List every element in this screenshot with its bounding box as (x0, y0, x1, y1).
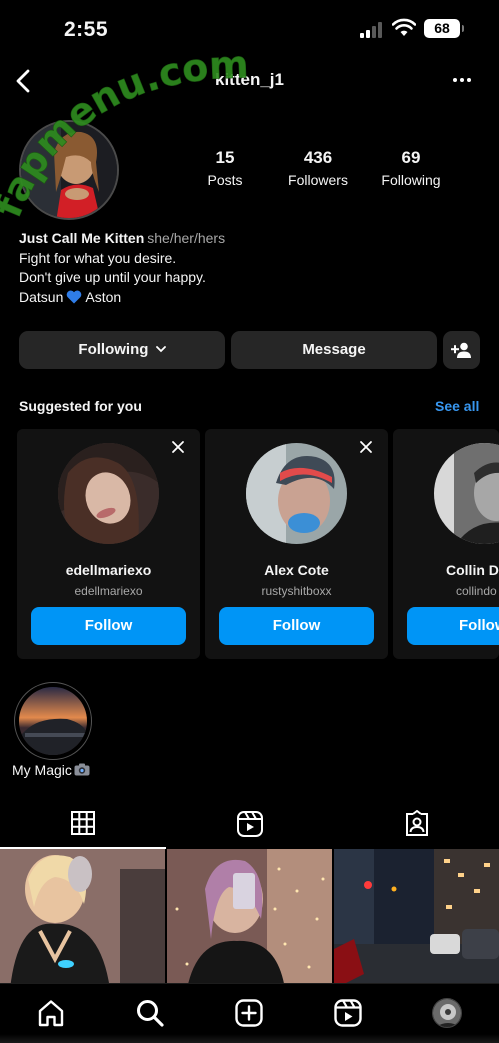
stat-following[interactable]: 69 Following (361, 148, 461, 188)
profile-avatar-photo (433, 999, 461, 1027)
follow-button[interactable]: Follow (31, 607, 186, 645)
post-photo (167, 849, 332, 989)
add-person-icon (451, 342, 471, 358)
following-label: Following (381, 172, 441, 188)
highlight-cover (19, 687, 87, 755)
stat-posts[interactable]: 15 Posts (175, 148, 275, 188)
post-thumbnail[interactable] (167, 849, 332, 989)
suggestion-card[interactable]: edellmariexo edellmariexo Follow (17, 429, 200, 659)
wifi-icon (392, 18, 416, 36)
suggestion-card[interactable]: Alex Cote rustyshitboxx Follow (205, 429, 388, 659)
suggestion-photo (58, 443, 159, 544)
profile-header: kitten_j1 (0, 60, 499, 104)
chevron-down-icon (155, 346, 166, 353)
suggested-title: Suggested for you (19, 398, 142, 414)
following-button-label: Following (78, 341, 149, 358)
profile-tabs (0, 803, 499, 849)
bio-line-2: Don't give up until your happy. (19, 269, 206, 285)
status-bar: 2:55 68 (0, 0, 499, 60)
footer-edge (0, 1034, 499, 1043)
close-icon[interactable] (358, 439, 374, 455)
suggestion-avatar[interactable] (434, 443, 499, 544)
suggestion-photo (434, 443, 499, 544)
follow-button[interactable]: Follow (219, 607, 374, 645)
status-time: 2:55 (64, 18, 109, 41)
search-icon[interactable] (135, 998, 165, 1028)
suggest-people-button[interactable] (443, 331, 480, 369)
tab-posts[interactable] (0, 803, 166, 848)
posts-count: 15 (215, 148, 235, 167)
reels-icon (237, 811, 263, 837)
highlight-label-text: My Magic (12, 762, 72, 778)
posts-label: Posts (207, 172, 243, 188)
bio-line-3-end: Aston (85, 288, 122, 305)
suggestion-name: Collin D (446, 562, 499, 578)
bio-pronouns: she/her/hers (147, 230, 226, 246)
suggestion-name: edellmariexo (65, 562, 152, 578)
suggestion-handle: collindo (456, 584, 497, 598)
tagged-icon (406, 810, 428, 836)
post-photo (334, 849, 499, 989)
grid-icon (71, 811, 95, 835)
following-count: 69 (401, 148, 421, 167)
post-thumbnail[interactable] (334, 849, 499, 989)
suggestion-name: Alex Cote (264, 562, 329, 578)
profile-avatar[interactable] (19, 120, 119, 220)
suggestion-avatar[interactable] (246, 443, 347, 544)
camera-icon (74, 763, 90, 776)
post-thumbnail[interactable] (0, 849, 165, 989)
close-icon[interactable] (170, 439, 186, 455)
following-button[interactable]: Following (19, 331, 225, 369)
tab-reels[interactable] (166, 803, 332, 848)
suggestion-handle: rustyshitboxx (261, 584, 332, 598)
blue-heart-icon (67, 290, 82, 303)
suggestion-card[interactable]: Collin D collindo Follow (393, 429, 499, 659)
followers-count: 436 (303, 148, 333, 167)
profile-avatar[interactable] (432, 998, 462, 1028)
message-button[interactable]: Message (231, 331, 437, 369)
suggestion-photo (246, 443, 347, 544)
highlight-label: My Magic (12, 762, 90, 778)
suggestion-avatar[interactable] (58, 443, 159, 544)
create-icon[interactable] (234, 998, 264, 1028)
profile-bio: Just Call Me Kitten she/her/hers Fight fo… (19, 229, 459, 307)
reels-icon[interactable] (333, 998, 363, 1028)
story-highlight[interactable] (14, 682, 92, 760)
page-title: kitten_j1 (215, 70, 284, 89)
tab-tagged[interactable] (333, 803, 499, 848)
see-all-link[interactable]: See all (435, 398, 479, 414)
bio-line-3-start: Datsun (19, 288, 64, 305)
avatar-photo (21, 122, 117, 218)
post-photo (0, 849, 165, 989)
follow-button[interactable]: Follow (407, 607, 499, 645)
battery-icon: 68 (424, 19, 464, 38)
bio-line-1: Fight for what you desire. (19, 249, 177, 266)
bio-name: Just Call Me Kitten (19, 230, 145, 246)
cellular-signal-icon (360, 22, 384, 38)
stat-followers[interactable]: 436 Followers (268, 148, 368, 188)
suggestion-handle: edellmariexo (74, 584, 143, 598)
battery-level: 68 (434, 20, 450, 36)
home-icon[interactable] (36, 998, 66, 1028)
more-horizontal-icon[interactable] (450, 70, 474, 90)
followers-label: Followers (288, 172, 348, 188)
